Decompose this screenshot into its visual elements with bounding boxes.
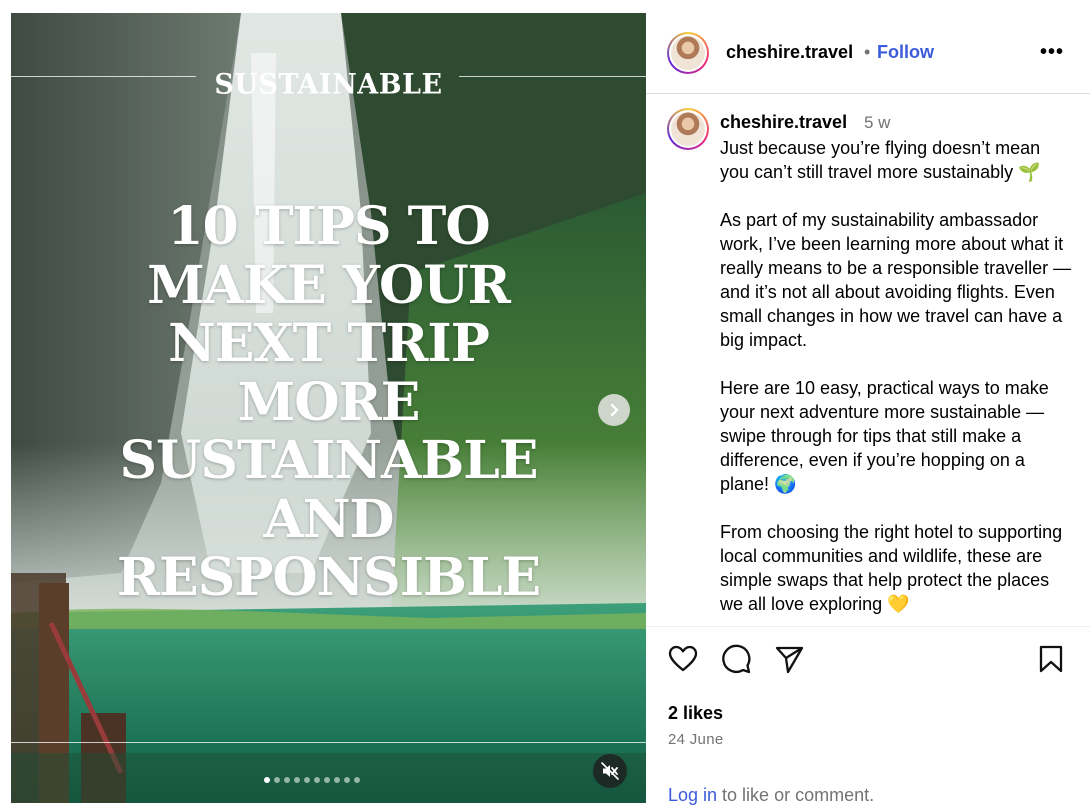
caption-paragraph: From choosing the right hotel to support… (720, 522, 1063, 614)
caption-text: Just because you’re flying doesn’t mean … (720, 136, 1074, 626)
post-window: SUSTAINABLE 10 TIPS TO MAKE YOUR NEXT TR… (0, 0, 1090, 805)
caption-username[interactable]: cheshire.travel (720, 112, 847, 133)
carousel-dot (294, 777, 300, 783)
caption-section: cheshire.travel 5 w Just because you’re … (646, 94, 1090, 626)
post-header: cheshire.travel • Follow ••• (646, 13, 1090, 94)
send-icon[interactable] (773, 643, 805, 675)
follow-button[interactable]: Follow (877, 42, 934, 63)
header-username[interactable]: cheshire.travel (726, 42, 853, 63)
login-link[interactable]: Log in (668, 785, 717, 805)
heart-icon[interactable] (667, 643, 699, 675)
carousel-dot (284, 777, 290, 783)
actions-section: 2 likes 24 June Log in to like or commen… (646, 626, 1090, 805)
more-options-icon[interactable]: ••• (1040, 41, 1064, 64)
carousel-dot (314, 777, 320, 783)
carousel-dot (274, 777, 280, 783)
caption-avatar[interactable] (667, 108, 709, 150)
carousel-dot (264, 777, 270, 783)
carousel-dot (324, 777, 330, 783)
caption-paragraph: Here are 10 easy, practical ways to make… (720, 378, 1049, 494)
carousel-dot (344, 777, 350, 783)
media-kicker: SUSTAINABLE (214, 68, 443, 101)
bookmark-icon[interactable] (1035, 643, 1067, 675)
mute-button[interactable] (593, 754, 627, 788)
post-sidebar: cheshire.travel • Follow ••• cheshire.tr… (646, 13, 1090, 805)
caption-paragraph: Just because you’re flying doesn’t mean … (720, 138, 1041, 182)
likes-count[interactable]: 2 likes (668, 703, 723, 724)
avatar[interactable] (667, 32, 709, 74)
chevron-right-icon (610, 403, 619, 417)
carousel-dots (264, 777, 360, 783)
post-date: 24 June (668, 731, 724, 748)
bottom-rule (11, 742, 646, 743)
carousel-dot (334, 777, 340, 783)
login-prompt-text: to like or comment. (717, 785, 875, 805)
header-separator: • (864, 42, 871, 62)
comment-icon[interactable] (720, 643, 752, 675)
caption-timestamp[interactable]: 5 w (864, 113, 890, 133)
carousel-dot (304, 777, 310, 783)
next-slide-button[interactable] (598, 394, 630, 426)
post-media[interactable]: SUSTAINABLE 10 TIPS TO MAKE YOUR NEXT TR… (11, 13, 646, 803)
speaker-muted-icon (601, 762, 619, 780)
carousel-dot (354, 777, 360, 783)
caption-paragraph: As part of my sustainability ambassador … (720, 210, 1072, 350)
media-headline: 10 TIPS TO MAKE YOUR NEXT TRIP MORE SUST… (116, 196, 541, 608)
